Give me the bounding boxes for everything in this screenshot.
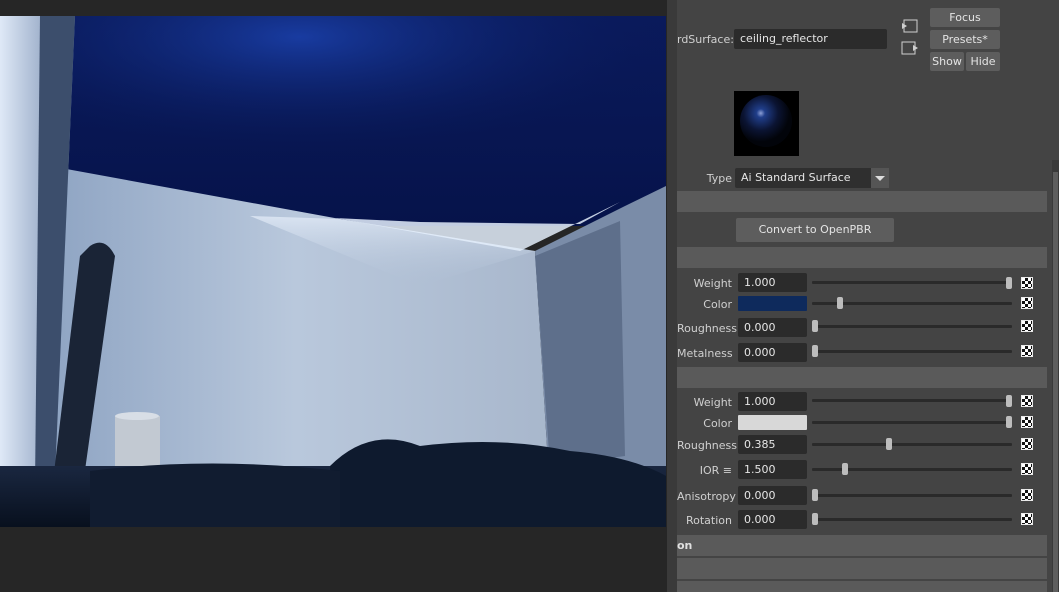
material-swatch-preview: [734, 91, 799, 156]
base-weight-map-icon[interactable]: [1021, 277, 1033, 289]
base-metalness-field[interactable]: 0.000: [738, 343, 807, 362]
specular-color-map-icon[interactable]: [1021, 416, 1033, 428]
base-roughness-map-icon[interactable]: [1021, 320, 1033, 332]
surface-name-field[interactable]: ceiling_reflector: [734, 29, 887, 49]
base-weight-slider[interactable]: [812, 281, 1012, 284]
base-weight-field[interactable]: 1.000: [738, 273, 807, 292]
specular-rotation-slider[interactable]: [812, 518, 1012, 521]
base-color-label: Color: [703, 298, 732, 311]
specular-weight-slider-handle[interactable]: [1006, 395, 1012, 407]
specular-ior-label: IOR ≡: [699, 464, 732, 477]
base-color-map-icon[interactable]: [1021, 297, 1033, 309]
specular-rotation-field[interactable]: 0.000: [738, 510, 807, 529]
specular-ior-slider-handle[interactable]: [842, 463, 848, 475]
type-label: Type: [706, 172, 732, 185]
section-header-last[interactable]: [677, 581, 1047, 592]
specular-anisotropy-slider-handle[interactable]: [812, 489, 818, 501]
hide-button[interactable]: Hide: [966, 52, 1000, 71]
base-weight-slider-handle[interactable]: [1006, 277, 1012, 289]
specular-ior-map-icon[interactable]: [1021, 463, 1033, 475]
specular-color-slider[interactable]: [812, 421, 1012, 424]
focus-button[interactable]: Focus: [930, 8, 1000, 27]
specular-anisotropy-label: Anisotropy: [677, 490, 736, 503]
base-roughness-field[interactable]: 0.000: [738, 318, 807, 337]
specular-roughness-slider-handle[interactable]: [886, 438, 892, 450]
surface-name-label: rdSurface:: [677, 33, 734, 46]
section-header-partial[interactable]: on: [677, 535, 1047, 556]
base-color-slider-handle[interactable]: [837, 297, 843, 309]
section-header[interactable]: [677, 191, 1047, 212]
section-title-partial: on: [677, 539, 693, 552]
specular-color-slider-handle[interactable]: [1006, 416, 1012, 428]
base-roughness-label: Roughness: [677, 322, 738, 335]
attribute-editor-scroll-thumb[interactable]: [1053, 172, 1058, 592]
panel-divider[interactable]: [667, 0, 677, 592]
presets-button[interactable]: Presets*: [930, 30, 1000, 49]
specular-roughness-map-icon[interactable]: [1021, 438, 1033, 450]
specular-roughness-label: Roughness: [677, 439, 738, 452]
specular-weight-map-icon[interactable]: [1021, 395, 1033, 407]
specular-roughness-field[interactable]: 0.385: [738, 435, 807, 454]
specular-weight-slider[interactable]: [812, 399, 1012, 402]
render-image: [0, 16, 666, 527]
convert-openpbr-button[interactable]: Convert to OpenPBR Surface: [736, 218, 894, 260]
specular-weight-field[interactable]: 1.000: [738, 392, 807, 411]
specular-color-swatch[interactable]: [738, 415, 807, 430]
input-connection-icon[interactable]: [901, 19, 919, 33]
specular-color-label: Color: [703, 417, 732, 430]
specular-rotation-slider-handle[interactable]: [812, 513, 818, 525]
base-roughness-slider-handle[interactable]: [812, 320, 818, 332]
type-dropdown-value: Ai Standard Surface: [741, 171, 851, 184]
specular-weight-label: Weight: [693, 396, 732, 409]
render-viewport[interactable]: [0, 0, 667, 592]
specular-anisotropy-map-icon[interactable]: [1021, 489, 1033, 501]
base-metalness-slider[interactable]: [812, 350, 1012, 353]
base-color-swatch[interactable]: [738, 296, 807, 311]
chevron-down-icon: [871, 168, 889, 188]
attribute-editor-panel: rdSurface: ceiling_reflector Focus Prese…: [677, 0, 1059, 592]
specular-ior-field[interactable]: 1.500: [738, 460, 807, 479]
base-weight-label: Weight: [693, 277, 732, 290]
output-connection-icon[interactable]: [901, 41, 919, 55]
base-metalness-label: Metalness: [677, 347, 733, 360]
section-header-next[interactable]: [677, 558, 1047, 579]
base-roughness-slider[interactable]: [812, 325, 1012, 328]
section-header-base[interactable]: [677, 247, 1047, 268]
specular-anisotropy-field[interactable]: 0.000: [738, 486, 807, 505]
specular-rotation-label: Rotation: [685, 514, 732, 527]
section-header-specular[interactable]: [677, 367, 1047, 388]
base-metalness-map-icon[interactable]: [1021, 345, 1033, 357]
type-dropdown[interactable]: Ai Standard Surface: [735, 168, 889, 188]
specular-rotation-map-icon[interactable]: [1021, 513, 1033, 525]
specular-roughness-slider[interactable]: [812, 443, 1012, 446]
specular-anisotropy-slider[interactable]: [812, 494, 1012, 497]
show-button[interactable]: Show: [930, 52, 964, 71]
base-metalness-slider-handle[interactable]: [812, 345, 818, 357]
